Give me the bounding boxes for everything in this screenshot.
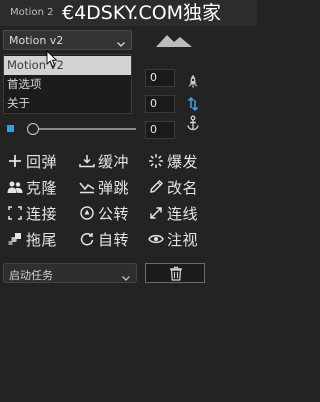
- buffer-label: 缓冲: [98, 152, 130, 171]
- delete-button[interactable]: [145, 263, 205, 283]
- value-field-3[interactable]: 0: [145, 121, 175, 139]
- burst-button[interactable]: 爆发: [148, 151, 198, 171]
- bounce-label: 弹跳: [98, 178, 130, 197]
- drag-tail-button[interactable]: 拖尾: [7, 229, 57, 249]
- spin-button[interactable]: 自转: [79, 229, 129, 249]
- clone-button[interactable]: 克隆: [7, 177, 57, 197]
- bounce-button[interactable]: 弹跳: [79, 177, 129, 197]
- drag-tail-label: 拖尾: [26, 230, 58, 249]
- eye-icon: [148, 231, 164, 247]
- users-icon: [7, 179, 23, 195]
- connect-label: 连接: [26, 204, 58, 223]
- panel-title: Motion 2: [10, 7, 54, 18]
- anchor-icon[interactable]: [186, 115, 200, 135]
- link-line-label: 连线: [167, 204, 199, 223]
- mountain-icon[interactable]: [156, 32, 192, 51]
- orbit-label: 公转: [98, 204, 130, 223]
- menu-item-preferences[interactable]: 首选项: [4, 75, 131, 94]
- mouse-cursor-icon: [46, 49, 58, 72]
- plus-icon: [7, 153, 23, 169]
- look-at-button[interactable]: 注视: [148, 229, 198, 249]
- menu-item-motion-v2[interactable]: Motion v2: [4, 56, 131, 75]
- expand-diagonal-icon: [148, 205, 164, 221]
- connect-button[interactable]: 连接: [7, 203, 57, 223]
- rotate-icon: [79, 231, 95, 247]
- menu-item-about[interactable]: 关于: [4, 94, 131, 113]
- task-select-value: 启动任务: [9, 269, 53, 282]
- version-dropdown-menu: Motion v2 首选项 关于: [3, 54, 132, 114]
- buffer-button[interactable]: 缓冲: [79, 151, 129, 171]
- orbit-button[interactable]: 公转: [79, 203, 129, 223]
- download-tray-icon: [79, 153, 95, 169]
- burst-label: 爆发: [167, 152, 199, 171]
- burst-icon: [148, 153, 164, 169]
- chevron-down-icon: [121, 268, 131, 287]
- rebound-button[interactable]: 回弹: [7, 151, 57, 171]
- task-select[interactable]: 启动任务: [3, 263, 137, 283]
- spin-label: 自转: [98, 230, 130, 249]
- clone-label: 克隆: [26, 178, 58, 197]
- panel-header: Motion 2 €4DSKY.COM独家: [0, 0, 257, 26]
- motion-panel: Motion 2 €4DSKY.COM独家 Motion v2 Motion v…: [0, 0, 257, 402]
- rocket-icon[interactable]: [186, 74, 200, 94]
- rename-button[interactable]: 改名: [148, 177, 198, 197]
- slider-track[interactable]: [30, 128, 136, 130]
- trail-icon: [7, 231, 23, 247]
- swap-vertical-icon[interactable]: [186, 96, 200, 116]
- bounce-icon: [79, 179, 95, 195]
- slider-handle[interactable]: [27, 123, 39, 135]
- chevron-down-icon: [116, 34, 126, 53]
- rename-label: 改名: [167, 178, 199, 197]
- color-swatch[interactable]: [7, 125, 14, 132]
- watermark-text: €4DSKY.COM独家: [62, 2, 222, 24]
- value-field-2[interactable]: 0: [145, 95, 175, 113]
- value-field-1[interactable]: 0: [145, 69, 175, 87]
- look-at-label: 注视: [167, 230, 199, 249]
- rebound-label: 回弹: [26, 152, 58, 171]
- orbit-icon: [79, 205, 95, 221]
- select-frame-icon: [7, 205, 23, 221]
- trash-icon: [169, 266, 183, 285]
- version-select-value: Motion v2: [9, 34, 64, 47]
- version-select[interactable]: Motion v2: [3, 30, 132, 50]
- link-line-button[interactable]: 连线: [148, 203, 198, 223]
- pencil-icon: [148, 179, 164, 195]
